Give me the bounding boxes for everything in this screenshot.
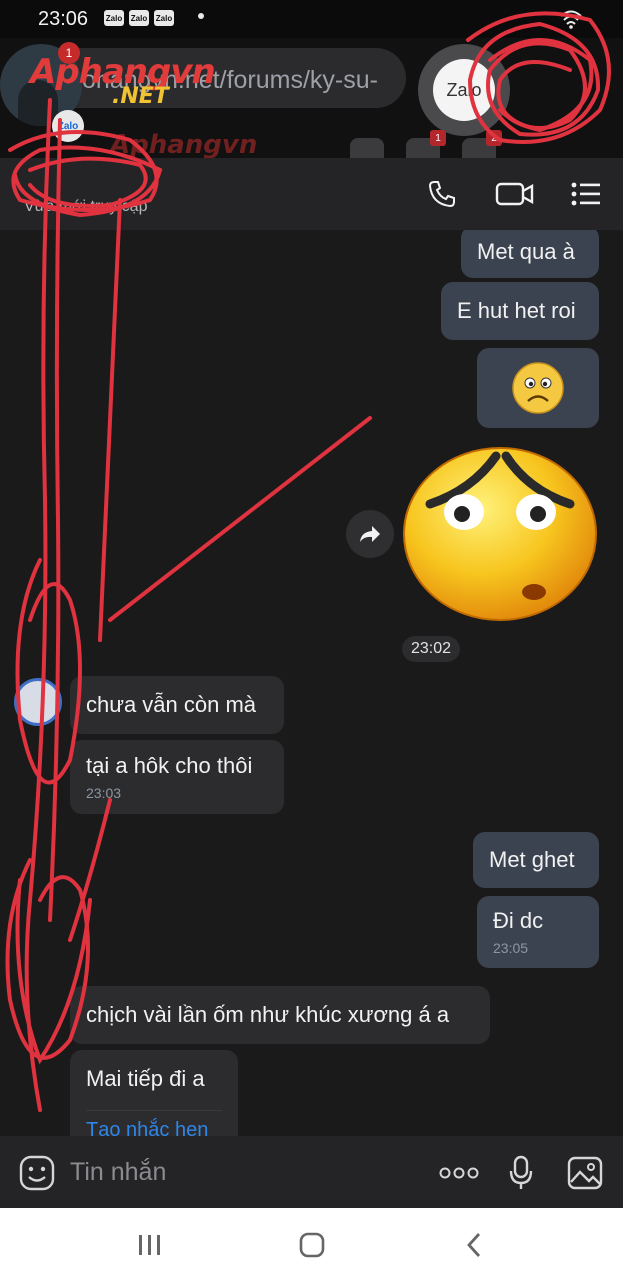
contact-avatar[interactable] bbox=[14, 678, 62, 726]
phone-icon[interactable] bbox=[424, 178, 460, 210]
wifi-icon bbox=[560, 10, 582, 29]
status-time: 23:06 bbox=[38, 8, 89, 30]
inbox-badge: 1 bbox=[430, 130, 446, 146]
zalo-bubble-label: Zalo bbox=[433, 59, 495, 121]
sad-emoji-icon bbox=[512, 362, 564, 414]
menu-icon[interactable] bbox=[568, 178, 604, 210]
message-text: chưa vẫn còn mà bbox=[86, 692, 257, 717]
message-list[interactable]: Met qua à E hut het roi 23:02 chưa vẫn c… bbox=[0, 230, 623, 1136]
alerts-icon[interactable]: 2 bbox=[462, 130, 502, 160]
message-timestamp: 23:05 bbox=[493, 940, 529, 956]
emoji-icon[interactable] bbox=[18, 1154, 56, 1192]
message-text: Met ghet bbox=[489, 847, 575, 872]
site-toolbar-icon[interactable] bbox=[350, 138, 384, 160]
system-nav-bar bbox=[0, 1208, 623, 1280]
contact-status: Vừa mới truy cập bbox=[24, 198, 148, 215]
browser-chat-overlay: ohangvn.net/forums/ky-su- 1 Aphangvn .NE… bbox=[0, 38, 623, 160]
notification-badges: Zalo Zalo Zalo bbox=[104, 10, 174, 26]
message-outgoing[interactable]: Met ghet bbox=[473, 832, 599, 888]
image-icon[interactable] bbox=[566, 1154, 604, 1192]
message-outgoing[interactable]: Đi dc 23:05 bbox=[477, 896, 599, 968]
site-logo-banner: Aphangvn bbox=[110, 130, 258, 160]
message-outgoing[interactable]: Met qua à bbox=[461, 230, 599, 278]
more-icon[interactable] bbox=[438, 1154, 480, 1192]
sticker-sad-face[interactable] bbox=[402, 446, 598, 622]
alerts-badge: 2 bbox=[486, 130, 502, 146]
message-incoming[interactable]: chưa vẫn còn mà bbox=[70, 676, 284, 734]
zalo-notification-icon: Zalo bbox=[154, 10, 174, 26]
message-incoming[interactable]: Mai tiếp đi a Tạo nhắc hẹn bbox=[70, 1050, 238, 1136]
site-logo-suffix: .NET bbox=[112, 84, 169, 109]
mic-icon[interactable] bbox=[502, 1154, 540, 1192]
message-text: tại a hôk cho thôi bbox=[86, 753, 253, 778]
zalo-notification-icon: Zalo bbox=[104, 10, 124, 26]
inbox-icon[interactable]: 1 bbox=[406, 130, 446, 160]
video-icon[interactable] bbox=[494, 178, 536, 210]
message-outgoing[interactable]: E hut het roi bbox=[441, 282, 599, 340]
message-input-bar: Tin nhắn bbox=[0, 1136, 623, 1208]
message-text: Met qua à bbox=[477, 239, 575, 264]
more-notifications-dot bbox=[198, 13, 204, 19]
site-toolbar-icons: 1 2 bbox=[350, 130, 502, 160]
message-outgoing-emoji[interactable] bbox=[477, 348, 599, 428]
message-input[interactable]: Tin nhắn bbox=[70, 1158, 166, 1187]
zalo-notification-icon: Zalo bbox=[129, 10, 149, 26]
message-text: chịch vài lần ốm như khúc xương á a bbox=[86, 1002, 450, 1027]
message-text: E hut het roi bbox=[457, 298, 576, 323]
time-divider: 23:02 bbox=[402, 636, 460, 662]
home-icon[interactable] bbox=[292, 1228, 332, 1262]
message-timestamp: 23:03 bbox=[86, 785, 122, 801]
chat-header: Vừa mới truy cập bbox=[0, 158, 623, 230]
system-icons bbox=[559, 9, 583, 29]
message-incoming[interactable]: chịch vài lần ốm như khúc xương á a bbox=[70, 986, 490, 1044]
recent-apps-icon[interactable] bbox=[130, 1228, 170, 1262]
message-incoming[interactable]: tại a hôk cho thôi 23:03 bbox=[70, 740, 284, 814]
zalo-chat-bubble[interactable]: Zalo bbox=[418, 44, 510, 136]
status-bar: 23:06 Zalo Zalo Zalo bbox=[0, 0, 623, 38]
zalo-small-icon: Zalo bbox=[52, 110, 84, 142]
create-reminder-link[interactable]: Tạo nhắc hẹn bbox=[86, 1110, 222, 1136]
message-text: Đi dc bbox=[493, 908, 544, 933]
message-text: Mai tiếp đi a bbox=[86, 1066, 205, 1091]
forward-icon[interactable] bbox=[346, 510, 394, 558]
back-icon[interactable] bbox=[454, 1228, 494, 1262]
